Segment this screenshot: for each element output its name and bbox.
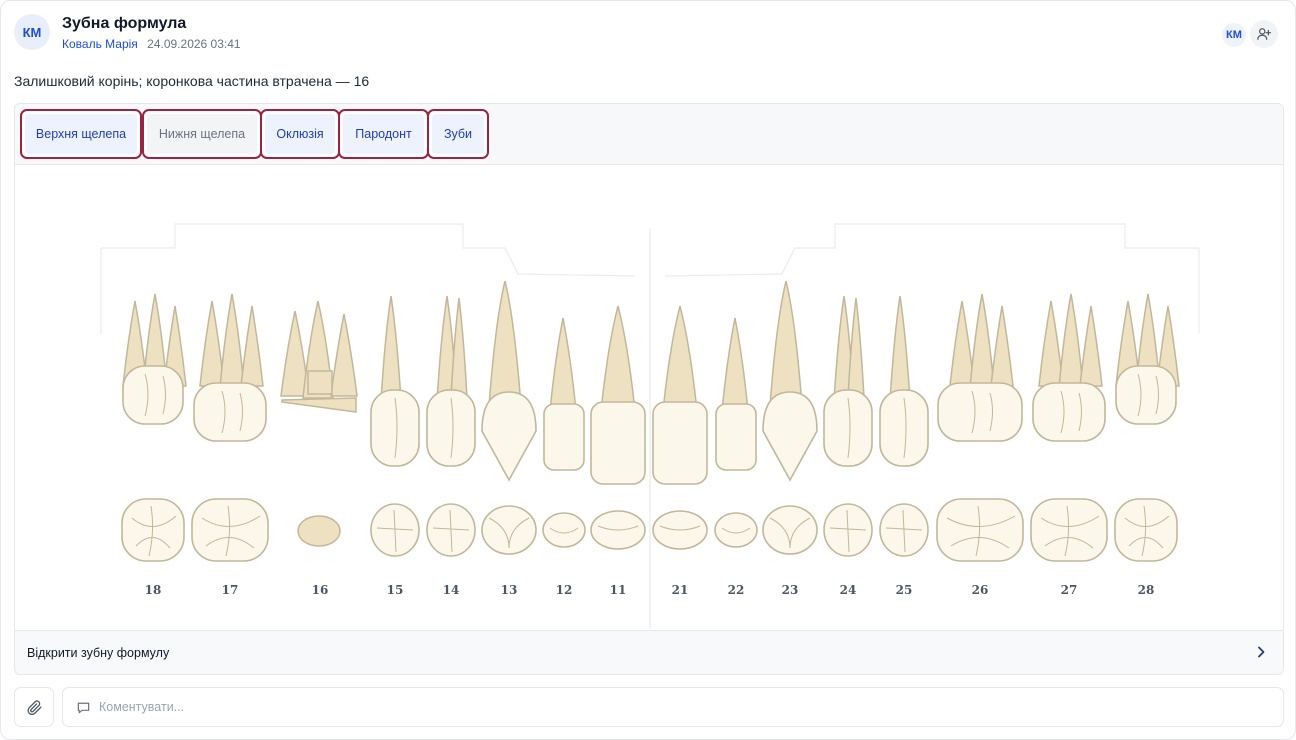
tooth-16[interactable] bbox=[280, 300, 358, 547]
tooth-number-25: 25 bbox=[896, 583, 913, 597]
tab-upper-jaw[interactable]: Верхня щелепа bbox=[20, 109, 142, 159]
post-title: Зубна формула bbox=[62, 15, 187, 32]
tab-occlusion-label: Оклюзія bbox=[265, 114, 335, 154]
tooth-number-16: 16 bbox=[312, 583, 329, 597]
dental-formula-panel: Верхня щелепа Нижня щелепа Оклюзія Парод… bbox=[14, 103, 1284, 675]
author-avatar: КМ bbox=[14, 14, 50, 50]
speech-bubble-icon bbox=[77, 702, 90, 714]
tooth-22[interactable] bbox=[714, 317, 758, 548]
teeth-chart: 18 17 16 15 14 13 12 11 21 22 23 24 25 26 27 28 bbox=[15, 166, 1283, 629]
tooth-14[interactable] bbox=[426, 295, 476, 557]
open-formula-label: Відкрити зубну формулу bbox=[27, 646, 170, 660]
tooth-number-22: 22 bbox=[728, 583, 745, 597]
paperclip-icon bbox=[26, 699, 42, 715]
tooth-number-21: 21 bbox=[672, 583, 689, 597]
tab-periodontium-label: Пародонт bbox=[343, 114, 424, 154]
post-card: КМ Зубна формула Коваль Марія 24.09.2026… bbox=[0, 0, 1296, 740]
open-formula-row[interactable]: Відкрити зубну формулу bbox=[15, 630, 1283, 674]
tooth-number-12: 12 bbox=[556, 583, 573, 597]
participant-avatar[interactable]: КМ bbox=[1222, 23, 1246, 47]
tooth-17[interactable] bbox=[191, 293, 269, 562]
tooth-28[interactable] bbox=[1114, 293, 1180, 562]
comment-box[interactable] bbox=[62, 687, 1284, 727]
tooth-number-23: 23 bbox=[782, 583, 799, 597]
tooth-number-11: 11 bbox=[610, 583, 627, 597]
tab-lower-jaw[interactable]: Нижня щелепа bbox=[142, 109, 262, 159]
post-timestamp: 24.09.2026 03:41 bbox=[147, 37, 241, 51]
tooth-number-13: 13 bbox=[501, 583, 518, 597]
tab-occlusion[interactable]: Оклюзія bbox=[260, 109, 340, 159]
tooth-15[interactable] bbox=[370, 295, 420, 557]
tab-periodontium[interactable]: Пародонт bbox=[338, 109, 429, 159]
tab-upper-jaw-label: Верхня щелепа bbox=[25, 114, 137, 154]
add-participant-button[interactable] bbox=[1250, 20, 1278, 48]
tooth-21[interactable] bbox=[652, 305, 708, 550]
tooth-number-17: 17 bbox=[222, 583, 239, 597]
tooth-number-26: 26 bbox=[972, 583, 989, 597]
tooth-23[interactable] bbox=[762, 280, 818, 555]
teeth-diagram: 18 17 16 15 14 13 12 11 21 22 23 24 25 26 27 28 bbox=[100, 223, 1200, 629]
post-description: Залишковий корінь; коронкова частина втр… bbox=[14, 73, 370, 89]
tooth-26[interactable] bbox=[936, 293, 1024, 562]
tooth-number-14: 14 bbox=[443, 583, 460, 597]
tooth-18[interactable] bbox=[121, 293, 187, 562]
tooth-number-15: 15 bbox=[387, 583, 404, 597]
tooth-24[interactable] bbox=[823, 295, 873, 557]
tab-lower-jaw-label: Нижня щелепа bbox=[147, 114, 257, 154]
post-meta: Коваль Марія 24.09.2026 03:41 bbox=[62, 37, 241, 51]
tooth-number-28: 28 bbox=[1138, 583, 1155, 597]
user-plus-icon bbox=[1257, 28, 1271, 40]
comment-input[interactable] bbox=[99, 688, 1269, 726]
tooth-12[interactable] bbox=[542, 317, 586, 548]
tooth-25[interactable] bbox=[879, 295, 929, 557]
tab-teeth-label: Зуби bbox=[432, 114, 484, 154]
chevron-right-icon bbox=[1258, 646, 1265, 658]
tab-teeth[interactable]: Зуби bbox=[427, 109, 489, 159]
tooth-number-24: 24 bbox=[840, 583, 857, 597]
author-name[interactable]: Коваль Марія bbox=[62, 37, 138, 51]
tooth-number-27: 27 bbox=[1061, 583, 1078, 597]
formula-tabs: Верхня щелепа Нижня щелепа Оклюзія Парод… bbox=[15, 104, 1283, 165]
tooth-27[interactable] bbox=[1030, 293, 1108, 562]
tooth-number-18: 18 bbox=[145, 583, 162, 597]
tooth-13[interactable] bbox=[481, 280, 537, 555]
attach-button[interactable] bbox=[14, 687, 54, 727]
tooth-11[interactable] bbox=[590, 305, 646, 550]
